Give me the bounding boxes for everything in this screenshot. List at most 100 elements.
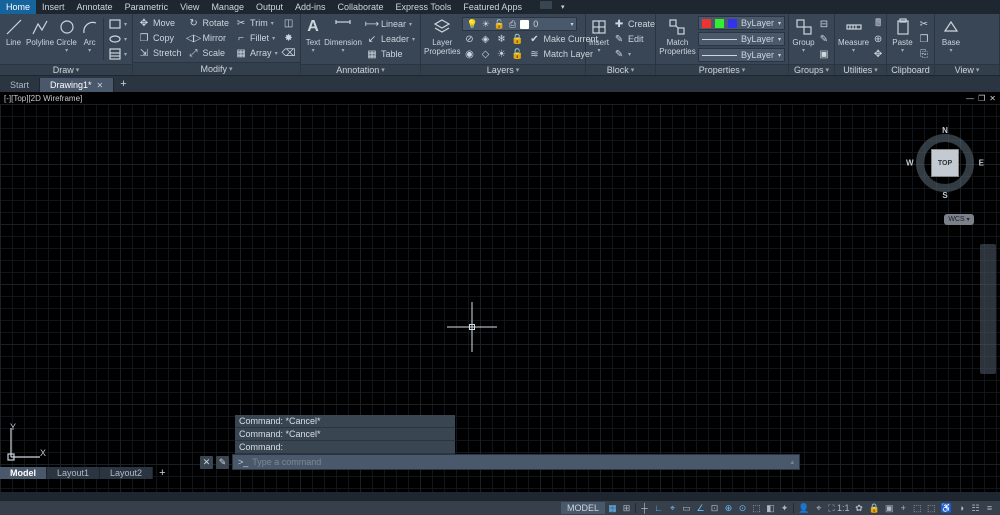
iso-plane-button[interactable]: ⬚ xyxy=(911,502,924,514)
fillet-button[interactable]: ⌐Fillet▾ xyxy=(233,31,280,45)
annomonitor-button[interactable]: 👤 xyxy=(796,502,811,514)
hatch-button[interactable]: ▾ xyxy=(107,47,129,61)
tab-layout2[interactable]: Layout2 xyxy=(100,467,153,479)
erase-button[interactable]: ⌫ xyxy=(282,46,296,60)
scale-button[interactable]: ⤢Scale xyxy=(186,46,232,60)
panel-title-draw[interactable]: Draw▾ xyxy=(0,64,132,75)
circle-button[interactable]: Circle ▾ xyxy=(56,16,77,62)
offset-button[interactable]: ◫ xyxy=(282,16,296,30)
line-button[interactable]: Line xyxy=(3,16,24,62)
viewport-label[interactable]: [-][Top][2D Wireframe] xyxy=(4,94,82,103)
leader-button[interactable]: ↙Leader▾ xyxy=(364,32,417,46)
ungroup-button[interactable]: ⊟ xyxy=(817,17,831,31)
paste-button[interactable]: Paste▾ xyxy=(890,16,915,62)
tab-layout1[interactable]: Layout1 xyxy=(47,467,100,479)
annotation-add-button[interactable]: + xyxy=(897,502,910,514)
rotate-button[interactable]: ↻Rotate xyxy=(186,16,232,30)
grid-toggle[interactable]: ▦ xyxy=(606,502,619,514)
menu-addins[interactable]: Add-ins xyxy=(289,0,332,14)
dyn-toggle[interactable]: ⊙ xyxy=(736,502,749,514)
workspace-button[interactable]: ▣ xyxy=(883,502,896,514)
array-button[interactable]: ▦Array▾ xyxy=(233,46,280,60)
menu-insert[interactable]: Insert xyxy=(36,0,71,14)
nav-wheel-button[interactable] xyxy=(982,247,994,259)
layer-dropdown[interactable]: 💡 ☀ 🔓 ⎙ 0 ▾ xyxy=(462,17,577,31)
lineweight-dropdown[interactable]: ByLayer▾ xyxy=(698,32,785,46)
group-button[interactable]: Group▾ xyxy=(792,16,815,62)
new-tab-button[interactable]: + xyxy=(114,76,132,92)
tab-drawing1[interactable]: Drawing1*✕ xyxy=(40,78,114,92)
stretch-button[interactable]: ⇲Stretch xyxy=(136,46,184,60)
drawing-canvas[interactable]: Y X TOP N S W E WCS▾ Command: *Cancel* C… xyxy=(0,104,1000,492)
layer-iso-button[interactable]: ◈ xyxy=(478,32,492,46)
copy-base-button[interactable]: ⎘ xyxy=(917,47,931,61)
layer-on-button[interactable]: ◉ xyxy=(462,47,476,61)
wcs-dropdown[interactable]: WCS▾ xyxy=(944,214,974,225)
panel-title-properties[interactable]: Properties▾ xyxy=(656,64,788,75)
tab-start[interactable]: Start xyxy=(0,78,40,92)
menu-parametric[interactable]: Parametric xyxy=(119,0,175,14)
menu-button[interactable]: ≡ xyxy=(983,502,996,514)
menu-home[interactable]: Home xyxy=(0,0,36,14)
move-button[interactable]: ✥Move xyxy=(136,16,184,30)
new-layout-button[interactable]: + xyxy=(153,467,171,479)
ellipse-button[interactable]: ▾ xyxy=(107,32,129,46)
graphics-perf-button[interactable]: ♿ xyxy=(939,502,954,514)
menu-manage[interactable]: Manage xyxy=(205,0,250,14)
clean-screen-button[interactable]: ◑ xyxy=(955,502,968,514)
viewcube-w[interactable]: W xyxy=(906,159,914,168)
3dosnap-toggle[interactable]: ⊡ xyxy=(708,502,721,514)
panel-title-utilities[interactable]: Utilities▾ xyxy=(835,64,886,75)
panel-title-clipboard[interactable]: Clipboard xyxy=(887,64,934,75)
text-button[interactable]: A Text▾ xyxy=(304,16,322,62)
cut-button[interactable]: ✂ xyxy=(917,17,931,31)
annoscale-button[interactable]: ⌖ xyxy=(812,502,825,514)
panel-title-annotation[interactable]: Annotation▾ xyxy=(301,64,420,75)
otrack-toggle[interactable]: ⊕ xyxy=(722,502,735,514)
cmd-close-button[interactable]: ✕ xyxy=(200,456,213,469)
panel-title-layers[interactable]: Layers▾ xyxy=(421,64,585,75)
panel-title-modify[interactable]: Modify▾ xyxy=(133,62,300,75)
point-button[interactable]: ⊕ xyxy=(871,32,885,46)
copy-clip-button[interactable]: ❐ xyxy=(917,32,931,46)
viewcube-top[interactable]: TOP xyxy=(931,149,959,177)
cmd-recent-button[interactable]: ✎ xyxy=(216,456,229,469)
insert-button[interactable]: Insert▾ xyxy=(589,16,609,62)
linear-button[interactable]: ⟼Linear▾ xyxy=(364,17,417,31)
view-cube[interactable]: TOP N S W E xyxy=(910,128,980,198)
close-icon[interactable]: ✕ xyxy=(97,81,104,90)
nav-showmotion-button[interactable] xyxy=(982,311,994,323)
tab-model[interactable]: Model xyxy=(0,467,47,479)
menu-output[interactable]: Output xyxy=(250,0,289,14)
layer-lock-button[interactable]: 🔒 xyxy=(510,32,524,46)
group-bbox-button[interactable]: ▣ xyxy=(817,47,831,61)
polyline-button[interactable]: Polyline xyxy=(26,16,54,62)
polar-toggle[interactable]: ⌖ xyxy=(666,502,679,514)
table-button[interactable]: ▦Table xyxy=(364,47,417,61)
iso-toggle[interactable]: ▭ xyxy=(680,502,693,514)
trim-button[interactable]: ✂Trim▾ xyxy=(233,16,280,30)
command-input[interactable]: >_ Type a command ▴ xyxy=(232,454,800,470)
nav-zoom-button[interactable] xyxy=(982,279,994,291)
measure-button[interactable]: Measure▾ xyxy=(838,16,869,62)
panel-title-groups[interactable]: Groups▾ xyxy=(789,64,834,75)
layer-uniso-button[interactable]: ◇ xyxy=(478,47,492,61)
linetype-dropdown[interactable]: ByLayer▾ xyxy=(698,48,785,62)
panel-title-view[interactable]: View▾ xyxy=(935,64,999,75)
vp-minimize-icon[interactable]: — xyxy=(966,94,974,103)
cmd-expand-icon[interactable]: ▴ xyxy=(790,458,794,466)
nav-pan-button[interactable] xyxy=(982,263,994,275)
panel-toggle-icon[interactable] xyxy=(540,1,552,9)
edit-attr-button[interactable]: ✎▾ xyxy=(611,47,657,61)
viewcube-n[interactable]: N xyxy=(942,126,948,135)
menu-annotate[interactable]: Annotate xyxy=(71,0,119,14)
viewcube-e[interactable]: E xyxy=(979,159,984,168)
match-props-button[interactable]: Match Properties xyxy=(659,16,696,62)
layer-off-button[interactable]: ⊘ xyxy=(462,32,476,46)
annovis-button[interactable]: ✿ xyxy=(853,502,866,514)
lock-ui-button[interactable]: 🔒 xyxy=(867,502,882,514)
dimension-button[interactable]: Dimension▾ xyxy=(324,16,362,62)
menu-express[interactable]: Express Tools xyxy=(390,0,458,14)
mirror-button[interactable]: ◁▷Mirror xyxy=(186,31,232,45)
tpy-toggle[interactable]: ◧ xyxy=(764,502,777,514)
